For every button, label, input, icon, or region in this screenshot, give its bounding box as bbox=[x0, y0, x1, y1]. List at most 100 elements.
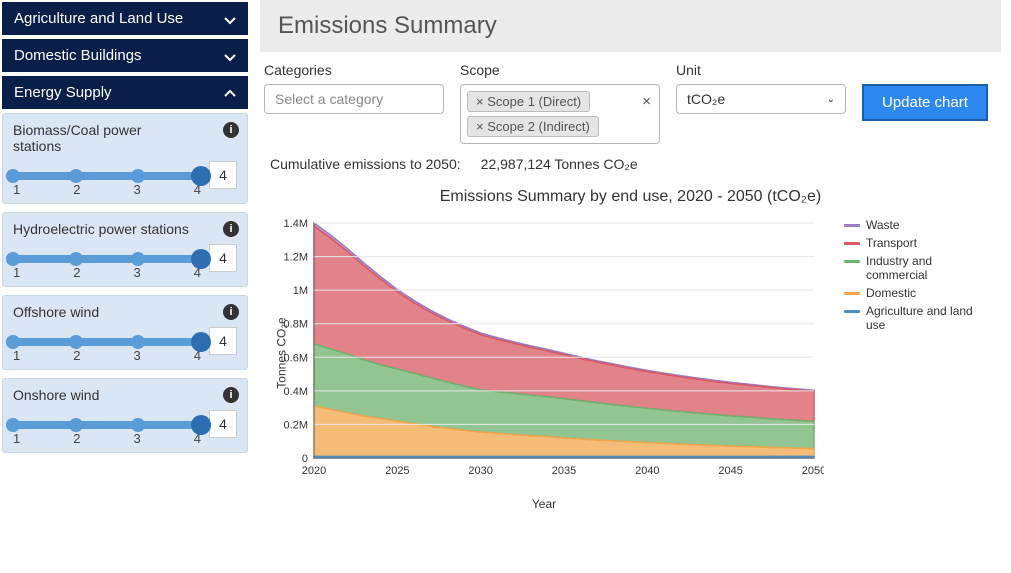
chart-wrap: Tonnes CO₂e 00.2M0.4M0.6M0.8M1M1.2M1.4M2… bbox=[260, 218, 1001, 488]
chevron-up-icon bbox=[224, 87, 236, 99]
accordion-label: Domestic Buildings bbox=[14, 47, 142, 64]
legend-label: Domestic bbox=[866, 286, 916, 300]
chart-svg: 00.2M0.4M0.6M0.8M1M1.2M1.4M2020202520302… bbox=[264, 218, 824, 488]
categories-label: Categories bbox=[264, 62, 444, 78]
x-axis-label: Year bbox=[264, 497, 824, 511]
legend-swatch bbox=[844, 242, 860, 245]
svg-text:1.2M: 1.2M bbox=[284, 252, 308, 264]
accordion-label: Energy Supply bbox=[14, 84, 112, 101]
slider-value: 4 bbox=[209, 161, 237, 189]
svg-text:2025: 2025 bbox=[385, 465, 409, 477]
legend-swatch bbox=[844, 292, 860, 295]
slider-label: Biomass/Coal power stations bbox=[13, 122, 193, 154]
svg-text:1M: 1M bbox=[293, 285, 308, 297]
svg-text:1.4M: 1.4M bbox=[284, 218, 308, 230]
categories-select[interactable]: Select a category bbox=[264, 84, 444, 114]
legend-item: Agriculture and land use bbox=[844, 304, 984, 332]
slider-value: 4 bbox=[209, 410, 237, 438]
slider-tick: 2 bbox=[73, 348, 80, 363]
slider-thumb[interactable] bbox=[191, 415, 211, 435]
slider-tick: 3 bbox=[134, 265, 141, 280]
slider-tick: 3 bbox=[134, 431, 141, 446]
slider-track[interactable] bbox=[13, 338, 201, 346]
scope-select[interactable]: × Scope 1 (Direct) × Scope 2 (Indirect) … bbox=[460, 84, 660, 144]
svg-text:2040: 2040 bbox=[635, 465, 659, 477]
slider-value: 4 bbox=[209, 244, 237, 272]
slider-label: Hydroelectric power stations bbox=[13, 221, 189, 237]
main-content: Emissions Summary Categories Select a ca… bbox=[250, 0, 1011, 573]
filters-row: Categories Select a category Scope × Sco… bbox=[260, 62, 1001, 144]
svg-text:2020: 2020 bbox=[302, 465, 326, 477]
svg-text:2045: 2045 bbox=[718, 465, 742, 477]
legend-label: Waste bbox=[866, 218, 900, 232]
slider-label: Offshore wind bbox=[13, 304, 99, 320]
y-axis-label: Tonnes CO₂e bbox=[275, 317, 289, 388]
svg-text:0: 0 bbox=[302, 453, 308, 465]
unit-select[interactable]: tCO₂e ⌄ bbox=[676, 84, 846, 114]
slider-tick: 2 bbox=[73, 431, 80, 446]
slider-label: Onshore wind bbox=[13, 387, 99, 403]
info-icon[interactable]: i bbox=[223, 122, 239, 138]
energy-panel: Biomass/Coal power stations i 1 2 3 4 4 Hydroel… bbox=[2, 113, 248, 465]
chevron-down-icon bbox=[224, 50, 236, 62]
svg-text:2050: 2050 bbox=[802, 465, 824, 477]
unit-label: Unit bbox=[676, 62, 846, 78]
accordion-energy[interactable]: Energy Supply bbox=[2, 76, 248, 109]
slider-tick: 3 bbox=[134, 348, 141, 363]
slider-track[interactable] bbox=[13, 255, 201, 263]
cumulative-row: Cumulative emissions to 2050: 22,987,124… bbox=[260, 144, 1001, 180]
svg-text:0.2M: 0.2M bbox=[284, 419, 308, 431]
slider-card: Offshore windi12344 bbox=[2, 295, 248, 370]
slider-tick: 1 bbox=[13, 265, 20, 280]
chart-legend: Waste Transport Industry and commercial Dom… bbox=[844, 218, 984, 488]
accordion-label: Agriculture and Land Use bbox=[14, 10, 183, 27]
chevron-down-icon bbox=[224, 13, 236, 25]
svg-text:2035: 2035 bbox=[552, 465, 576, 477]
update-chart-button[interactable]: Update chart bbox=[862, 84, 988, 121]
page-title-bar: Emissions Summary bbox=[260, 0, 1001, 52]
cumulative-value: 22,987,124 Tonnes CO₂e bbox=[481, 156, 638, 172]
info-icon[interactable]: i bbox=[223, 387, 239, 403]
info-icon[interactable]: i bbox=[223, 221, 239, 237]
slider-track[interactable] bbox=[13, 421, 201, 429]
slider-thumb[interactable] bbox=[191, 332, 211, 352]
slider-thumb[interactable] bbox=[191, 249, 211, 269]
slider-card: Biomass/Coal power stationsi12344 bbox=[2, 113, 248, 204]
sidebar: Agriculture and Land Use Domestic Buildi… bbox=[0, 0, 250, 573]
legend-label: Agriculture and land use bbox=[866, 304, 984, 332]
scope-clear-icon[interactable]: × bbox=[642, 93, 651, 110]
legend-item: Industry and commercial bbox=[844, 254, 984, 282]
legend-label: Transport bbox=[866, 236, 917, 250]
scope-chip-1[interactable]: × Scope 1 (Direct) bbox=[467, 91, 590, 112]
scope-chip-2[interactable]: × Scope 2 (Indirect) bbox=[467, 116, 599, 137]
legend-swatch bbox=[844, 260, 860, 263]
slider-card: Onshore windi12344 bbox=[2, 378, 248, 453]
chart-title: Emissions Summary by end use, 2020 - 205… bbox=[260, 188, 1001, 206]
slider-track[interactable] bbox=[13, 172, 201, 180]
unit-value: tCO₂e bbox=[687, 91, 725, 107]
legend-label: Industry and commercial bbox=[866, 254, 984, 282]
slider-tick: 1 bbox=[13, 431, 20, 446]
svg-text:2030: 2030 bbox=[468, 465, 492, 477]
legend-item: Domestic bbox=[844, 286, 984, 300]
scope-label: Scope bbox=[460, 62, 660, 78]
slider-tick: 2 bbox=[73, 265, 80, 280]
chart-area: Tonnes CO₂e 00.2M0.4M0.6M0.8M1M1.2M1.4M2… bbox=[264, 218, 824, 488]
legend-item: Waste bbox=[844, 218, 984, 232]
slider-tick: 1 bbox=[13, 348, 20, 363]
slider-tick: 2 bbox=[73, 182, 80, 197]
chevron-down-icon: ⌄ bbox=[827, 94, 835, 105]
slider-card: Hydroelectric power stationsi12344 bbox=[2, 212, 248, 287]
slider-tick: 1 bbox=[13, 182, 20, 197]
slider-value: 4 bbox=[209, 327, 237, 355]
categories-placeholder: Select a category bbox=[275, 91, 383, 107]
accordion-agriculture[interactable]: Agriculture and Land Use bbox=[2, 2, 248, 35]
cumulative-label: Cumulative emissions to 2050: bbox=[270, 156, 461, 172]
legend-item: Transport bbox=[844, 236, 984, 250]
info-icon[interactable]: i bbox=[223, 304, 239, 320]
page-title: Emissions Summary bbox=[278, 12, 983, 40]
accordion-domestic[interactable]: Domestic Buildings bbox=[2, 39, 248, 72]
legend-swatch bbox=[844, 224, 860, 227]
slider-thumb[interactable] bbox=[191, 166, 211, 186]
slider-tick: 3 bbox=[134, 182, 141, 197]
